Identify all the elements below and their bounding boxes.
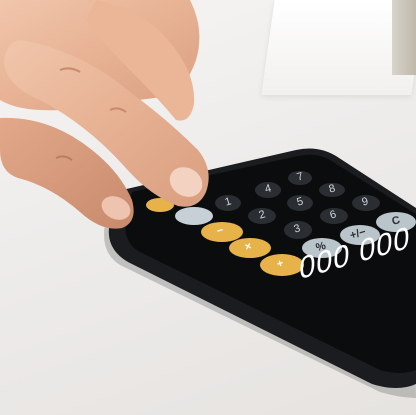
hand bbox=[0, 0, 209, 229]
photo-scene: − × + % +/− C 1 2 3 4 5 6 7 8 9 000 000 bbox=[0, 0, 416, 415]
